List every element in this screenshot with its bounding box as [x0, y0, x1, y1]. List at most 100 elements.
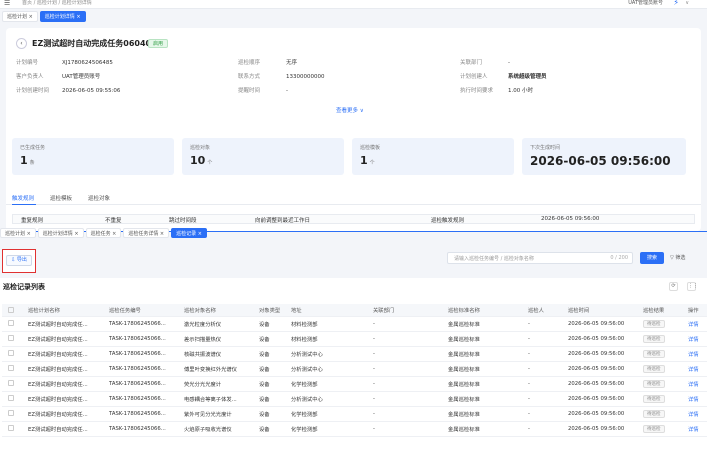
table-cell: 金属巡检标准: [442, 361, 522, 377]
table-cell: -: [367, 316, 442, 332]
table-cell: -: [367, 421, 442, 437]
detail-link[interactable]: 详情: [682, 406, 707, 422]
table-cell: 2026-06-05 09:56:00: [562, 421, 637, 437]
column-header: 巡检时间: [562, 304, 637, 317]
table-cell: EZ测试超时自动完成任...: [22, 391, 103, 407]
result-badge: 待巡检: [643, 334, 665, 343]
table-cell: 金属巡检标准: [442, 406, 522, 422]
table-row: EZ测试超时自动完成任... TASK-17806245066... 紫外可见分光光…: [2, 406, 707, 422]
table-row: EZ测试超时自动完成任... TASK-17806245066... 荧光分光光度计…: [2, 376, 707, 392]
table-cell: EZ测试超时自动完成任...: [22, 346, 103, 362]
detail-link[interactable]: 详情: [682, 346, 707, 362]
detail-link[interactable]: 详情: [682, 391, 707, 407]
select-all-checkbox[interactable]: [2, 304, 22, 317]
table-cell: -: [367, 376, 442, 392]
table-row: EZ测试超时自动完成任... TASK-17806245066... 电感耦合等离子…: [2, 391, 707, 407]
column-header: 操作: [682, 304, 707, 317]
detail-link[interactable]: 详情: [682, 421, 707, 437]
table-cell: 待巡检: [637, 376, 682, 392]
bolt-icon[interactable]: ⚡: [673, 0, 679, 7]
tab-objects[interactable]: 巡检对象: [88, 194, 110, 202]
detail-link[interactable]: 详情: [682, 331, 707, 347]
table-cell: 待巡检: [637, 421, 682, 437]
menu-icon[interactable]: ☰: [4, 0, 10, 7]
table-cell: TASK-17806245066...: [103, 361, 178, 377]
field-plan-number: 计划编号 XJ1780624506485: [16, 60, 113, 66]
tab-inspection-plan[interactable]: 巡检计划 ×: [2, 11, 38, 22]
field-department: 关联部门 -: [460, 60, 510, 66]
row-checkbox[interactable]: [2, 406, 22, 422]
page-tabs-bottom: 巡检计划 × 巡检计划详情 × 巡检任务 × 巡检任务详情 × 巡检记录 ×: [0, 228, 207, 240]
table-cell: 设备: [253, 421, 285, 437]
detail-link[interactable]: 详情: [682, 361, 707, 377]
view-more-link[interactable]: 查看更多 ∨: [336, 106, 364, 114]
tab-task[interactable]: 巡检任务 ×: [85, 228, 122, 238]
plan-detail-card: ‹ EZ测试超时自动完成任务060401 启用 计划编号 XJ1780624506…: [6, 28, 701, 231]
table-cell: EZ测试超时自动完成任...: [22, 406, 103, 422]
row-checkbox[interactable]: [2, 331, 22, 347]
column-header: 巡检标准名称: [442, 304, 522, 317]
result-badge: 待巡检: [643, 364, 665, 373]
table-cell: 待巡检: [637, 406, 682, 422]
row-checkbox[interactable]: [2, 376, 22, 392]
table-cell: 2026-06-05 09:56:00: [562, 376, 637, 392]
char-counter: 0 / 200: [610, 255, 628, 261]
tab-task-detail[interactable]: 巡检任务详情 ×: [123, 228, 170, 238]
table-cell: TASK-17806245066...: [103, 421, 178, 437]
rule-row: 重复规则 不重复 跳过时间段 向前调整到最近工作日 巡检触发规则 2026-06…: [12, 214, 695, 224]
table-row: EZ测试超时自动完成任... TASK-17806245066... 差示扫描量热仪…: [2, 331, 707, 347]
back-icon[interactable]: ‹: [16, 38, 27, 49]
search-input[interactable]: 请输入巡检任务编号 / 巡检对象名称 0 / 200: [447, 252, 633, 264]
table-cell: 化学检测部: [285, 376, 367, 392]
table-cell: 核磁共振波谱仪: [178, 346, 253, 362]
table-cell: 设备: [253, 316, 285, 332]
export-button[interactable]: ⇩ 导出: [6, 255, 32, 266]
field-created-time: 计划创建时间 2026-06-05 09:55:06: [16, 88, 121, 94]
column-header: 巡检任务编号: [103, 304, 178, 317]
field-reminder: 提醒时间 -: [238, 88, 288, 94]
columns-icon[interactable]: ⋮⋮: [687, 282, 698, 291]
row-checkbox[interactable]: [2, 316, 22, 332]
tab-plan-detail[interactable]: 巡检计划详情 ×: [37, 228, 84, 238]
tab-trigger-rule[interactable]: 触发规则: [12, 194, 34, 202]
column-header: 巡检人: [522, 304, 562, 317]
table-cell: 待巡检: [637, 391, 682, 407]
table-row: EZ测试超时自动完成任... TASK-17806245066... 激光粒度分析仪…: [2, 316, 707, 332]
table-cell: 金属巡检标准: [442, 316, 522, 332]
detail-link[interactable]: 详情: [682, 316, 707, 332]
table-cell: 金属巡检标准: [442, 376, 522, 392]
table-cell: EZ测试超时自动完成任...: [22, 376, 103, 392]
tab-plan[interactable]: 巡检计划 ×: [0, 228, 36, 238]
breadcrumb: 首页 / 巡检计划 / 巡检计划详情: [22, 0, 92, 6]
active-tab-underline: [12, 204, 36, 205]
tab-template[interactable]: 巡检模板: [50, 194, 72, 202]
table-cell: 2026-06-05 09:56:00: [562, 346, 637, 362]
column-header: 巡检结果: [637, 304, 682, 317]
chevron-down-icon[interactable]: ∨: [685, 0, 689, 6]
field-order: 巡检顺序 无序: [238, 60, 298, 66]
user-name[interactable]: UAT管理员账号: [628, 0, 663, 6]
records-card: 巡检记录列表 ⟳ ⋮⋮ 巡检计划名称 巡检任务编号 巡检对象名称 对象类型 地址 关联部门…: [0, 278, 707, 474]
filter-button[interactable]: ▽ 筛选: [670, 252, 685, 264]
result-badge: 待巡检: [643, 424, 665, 433]
table-cell: -: [522, 346, 562, 362]
table-cell: 设备: [253, 361, 285, 377]
table-row: EZ测试超时自动完成任... TASK-17806245066... 火焰原子吸收光…: [2, 421, 707, 437]
table-cell: EZ测试超时自动完成任...: [22, 421, 103, 437]
table-cell: 待巡检: [637, 316, 682, 332]
tab-records[interactable]: 巡检记录 ×: [171, 228, 207, 238]
search-button[interactable]: 搜索: [640, 252, 664, 264]
table-cell: 设备: [253, 331, 285, 347]
row-checkbox[interactable]: [2, 346, 22, 362]
row-checkbox[interactable]: [2, 391, 22, 407]
row-checkbox[interactable]: [2, 361, 22, 377]
table-cell: 金属巡检标准: [442, 346, 522, 362]
field-owner: 客户负责人 UAT管理员账号: [16, 74, 101, 80]
table-cell: 金属巡检标准: [442, 331, 522, 347]
detail-link[interactable]: 详情: [682, 376, 707, 392]
refresh-icon[interactable]: ⟳: [669, 282, 678, 291]
row-checkbox[interactable]: [2, 421, 22, 437]
stat-generated-tasks: 已生成任务 1条: [12, 138, 174, 175]
table-cell: 火焰原子吸收光谱仪: [178, 421, 253, 437]
tab-inspection-plan-detail[interactable]: 巡检计划详情 ×: [39, 11, 86, 22]
